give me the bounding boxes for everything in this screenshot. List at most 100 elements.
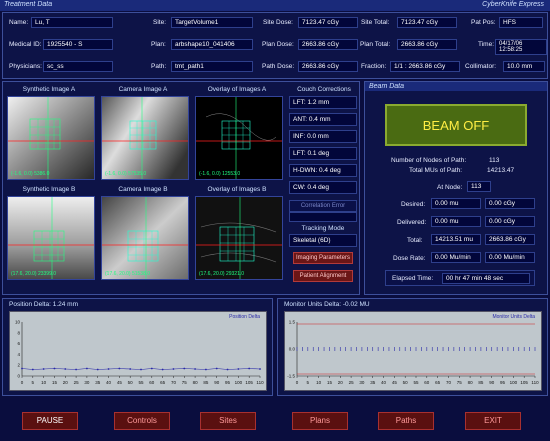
imaging-parameters-button[interactable]: Imaging Parameters [293, 252, 353, 264]
position-delta-title: Position Delta: 1.24 mm [9, 301, 79, 308]
overlay-a-caption: (-1.6, 0.0) 12553.0 [199, 171, 241, 177]
x-tick-label: 100 [510, 380, 518, 385]
x-tick-label: 45 [117, 380, 123, 385]
paths-button[interactable]: Paths [378, 412, 434, 430]
site-total-label: Site Total: [361, 19, 390, 26]
x-tick-label: 95 [225, 380, 231, 385]
x-tick-label: 5 [307, 380, 310, 385]
y-tick-label: 2 [17, 363, 20, 368]
dose-rate-label: Dose Rate: [393, 255, 426, 262]
synthetic-image-a[interactable]: (-1.6, 0.0) 5386.0 [7, 96, 95, 180]
desired-label: Desired: [401, 201, 426, 208]
x-tick-label: 45 [392, 380, 398, 385]
plan-total-value: 2663.86 cGy [397, 39, 457, 50]
exit-button[interactable]: EXIT [465, 412, 521, 430]
dose-rate-1: 0.00 Mu/min [431, 252, 481, 263]
x-tick-label: 25 [349, 380, 355, 385]
camera-image-b[interactable]: (17.6, 20.0) 51538.0 [101, 196, 189, 280]
x-tick-label: 20 [63, 380, 69, 385]
x-tick-label: 75 [182, 380, 188, 385]
patient-info-panel: Name: Lu, T Site: TargetVolume1 Site Dos… [2, 12, 548, 79]
fraction-value: 1/1 : 2663.86 cGy [390, 61, 460, 72]
at-node-label: At Node: [437, 184, 463, 191]
name-label: Name: [9, 19, 29, 26]
camera-image-a[interactable]: (-1.6, 0.0) 57535.0 [101, 96, 189, 180]
at-node-value: 113 [467, 181, 491, 192]
beam-status-indicator: BEAM OFF [385, 104, 527, 146]
x-tick-label: 10 [316, 380, 322, 385]
y-tick-label: 0 [17, 374, 20, 379]
x-tick-label: 90 [214, 380, 220, 385]
camera-image-b-title: Camera Image B [118, 186, 168, 193]
x-tick-label: 100 [235, 380, 243, 385]
name-value: Lu, T [31, 17, 113, 28]
couch-hdwn-deg: H-DWN: 0.4 deg [289, 164, 357, 177]
x-tick-label: 85 [478, 380, 484, 385]
x-tick-label: 65 [160, 380, 166, 385]
dose-rate-2: 0.00 Mu/min [485, 252, 535, 263]
x-tick-label: 80 [468, 380, 474, 385]
plans-button[interactable]: Plans [292, 412, 348, 430]
position-delta-chart: 0 5 10 15 20 25 30 35 40 45 50 55 60 65 70 75 80 85 90 95 10… [9, 311, 267, 391]
overlay-image-b[interactable]: (17.6, 20.0) 29321.0 [195, 196, 283, 280]
site-total-value: 7123.47 cGy [397, 17, 457, 28]
controls-button[interactable]: Controls [114, 412, 170, 430]
position-delta-legend: Position Delta [229, 314, 260, 320]
x-tick-label: 40 [106, 380, 112, 385]
path-dose-value: 2663.86 cGy [298, 61, 358, 72]
sites-button[interactable]: Sites [200, 412, 256, 430]
correlation-error-label: Correlation Error [289, 200, 357, 212]
plan-total-label: Plan Total: [360, 41, 391, 48]
synthetic-image-b[interactable]: (17.6, 20.0) 23399.0 [7, 196, 95, 280]
plan-dose-value: 2663.86 cGy [298, 39, 358, 50]
couch-inf-mm: INF: 0.0 mm [289, 130, 357, 143]
x-tick-label: 20 [338, 380, 344, 385]
x-tick-label: 55 [413, 380, 419, 385]
nodes-label: Number of Nodes of Path: [391, 157, 467, 164]
medical-id-label: Medical ID: [9, 41, 42, 48]
x-tick-label: 55 [138, 380, 144, 385]
couch-ant-mm: ANT: 0.4 mm [289, 113, 357, 126]
x-tick-label: 35 [370, 380, 376, 385]
position-delta-panel: Position Delta: 1.24 mm 0 5 10 15 20 25 30 35 40… [2, 298, 273, 396]
x-tick-label: 30 [84, 380, 90, 385]
path-value: tmt_path1 [171, 61, 253, 72]
x-tick-label: 15 [327, 380, 333, 385]
x-tick-label: 25 [74, 380, 80, 385]
monitor-units-panel: Monitor Units Delta: -0.02 MU 0 5 10 15 20 25… [277, 298, 548, 396]
couch-cw-deg: CW: 0.4 deg [289, 181, 357, 194]
x-tick-label: 0 [296, 380, 299, 385]
x-tick-label: 35 [95, 380, 101, 385]
correlation-error-value [289, 212, 357, 222]
x-tick-label: 90 [489, 380, 495, 385]
total-mu: 14213.51 mu [431, 234, 481, 245]
y-tick-label: -1.5 [287, 374, 295, 379]
x-tick-label: 95 [500, 380, 506, 385]
beam-data-panel: Beam Data BEAM OFF Number of Nodes of Pa… [364, 81, 548, 295]
total-cgy: 2663.86 cGy [485, 234, 535, 245]
camera-b-caption: (17.6, 20.0) 51538.0 [105, 271, 151, 277]
x-tick-label: 5 [32, 380, 35, 385]
total-mus-value: 14213.47 [487, 167, 515, 174]
monitor-units-legend: Monitor Units Delta [492, 314, 535, 320]
couch-corrections-title: Couch Corrections [297, 86, 351, 93]
bottom-button-bar: PAUSE Controls Sites Plans Paths EXIT [0, 400, 550, 441]
x-tick-label: 65 [435, 380, 441, 385]
y-tick-label: 10 [15, 320, 21, 325]
fraction-label: Fraction: [361, 63, 387, 70]
overlay-image-a[interactable]: (-1.6, 0.0) 12553.0 [195, 96, 283, 180]
pause-button[interactable]: PAUSE [22, 412, 78, 430]
site-label: Site: [153, 19, 167, 26]
synthetic-b-caption: (17.6, 20.0) 23399.0 [11, 271, 57, 277]
beam-data-title: Beam Data [365, 82, 547, 91]
monitor-units-chart: 0 5 10 15 20 25 30 35 40 45 50 55 60 65 70 75 80 85 90 95 10… [284, 311, 542, 391]
elapsed-time-box: Elapsed Time: 00 hr 47 min 48 sec [385, 270, 535, 286]
site-dose-value: 7123.47 cGy [298, 17, 358, 28]
synthetic-image-b-title: Synthetic Image B [22, 186, 76, 193]
couch-lft-deg: LFT: 0.1 deg [289, 147, 357, 160]
patient-alignment-button[interactable]: Patient Alignment [293, 270, 353, 282]
path-label: Path: [151, 63, 167, 70]
overlay-b-title: Overlay of Images B [207, 186, 267, 193]
pat-pos-value: HFS [499, 17, 543, 28]
x-tick-label: 80 [193, 380, 199, 385]
